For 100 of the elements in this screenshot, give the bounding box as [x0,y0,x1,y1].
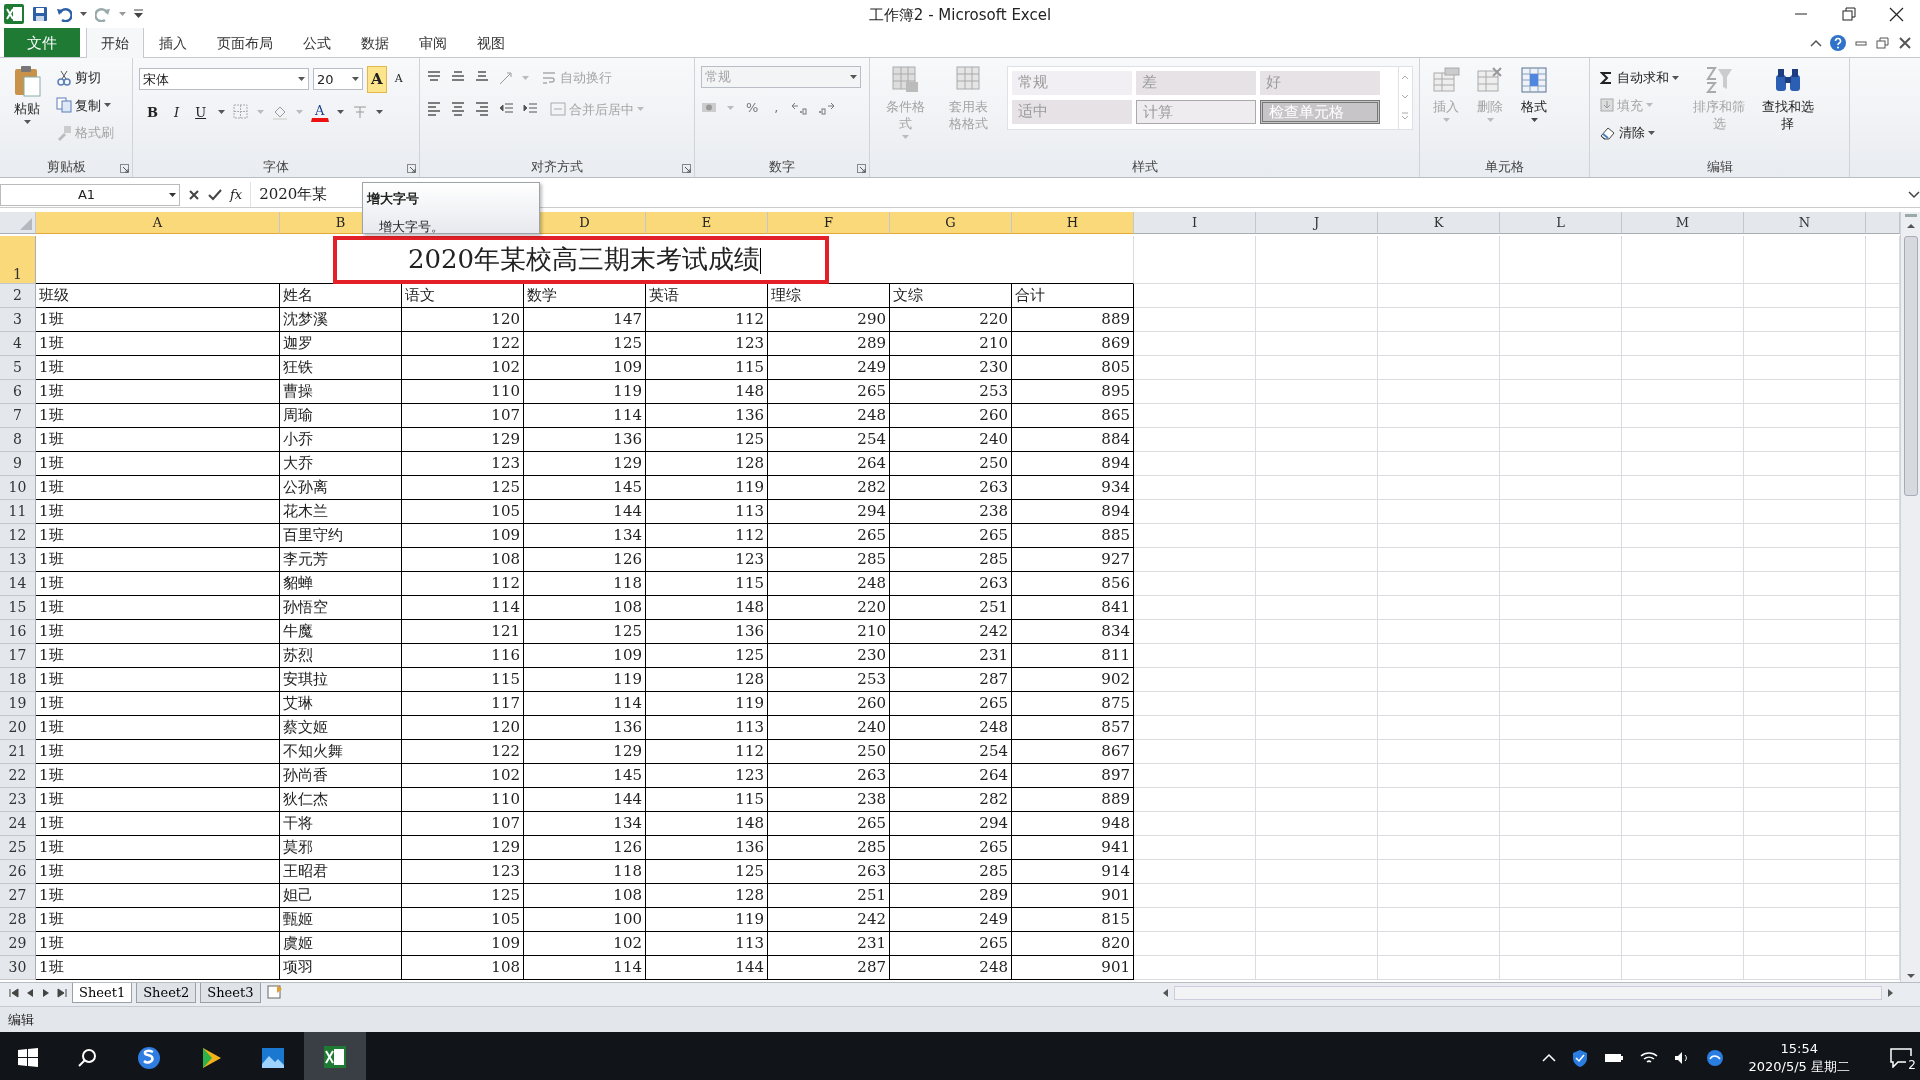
column-title-cell[interactable]: 理综 [768,284,890,308]
empty-cell[interactable] [1134,500,1256,524]
empty-cell[interactable] [1744,284,1866,308]
empty-cell[interactable] [1256,596,1378,620]
empty-cell[interactable] [1134,764,1256,788]
row-header[interactable]: 24 [0,812,36,836]
table-cell[interactable]: 136 [524,716,646,740]
empty-cell[interactable] [1622,812,1744,836]
table-cell[interactable]: 134 [524,812,646,836]
table-cell[interactable]: 820 [1012,932,1134,956]
table-cell[interactable]: 119 [524,380,646,404]
empty-cell[interactable] [1744,644,1866,668]
empty-cell[interactable] [1622,284,1744,308]
table-cell[interactable]: 1班 [36,908,280,932]
table-cell[interactable]: 263 [768,860,890,884]
table-cell[interactable]: 1班 [36,356,280,380]
empty-cell[interactable] [1256,236,1378,284]
empty-cell[interactable] [1744,812,1866,836]
empty-cell[interactable] [1134,452,1256,476]
table-cell[interactable]: 894 [1012,452,1134,476]
empty-cell[interactable] [1744,572,1866,596]
empty-cell[interactable] [1744,764,1866,788]
empty-cell[interactable] [1378,692,1500,716]
table-cell[interactable]: 干将 [280,812,402,836]
table-cell[interactable]: 841 [1012,596,1134,620]
empty-cell[interactable] [1744,692,1866,716]
table-cell[interactable]: 875 [1012,692,1134,716]
table-cell[interactable]: 1班 [36,500,280,524]
paste-button[interactable]: 粘贴 [6,62,48,157]
percent-style-button[interactable]: % [742,96,763,120]
copy-button[interactable]: 复制 [52,93,118,117]
table-cell[interactable]: 125 [646,860,768,884]
table-cell[interactable]: 897 [1012,764,1134,788]
find-select-button[interactable]: 查找和选择 [1755,62,1821,157]
table-cell[interactable]: 254 [768,428,890,452]
shrink-font-button[interactable]: A [390,69,407,90]
empty-cell[interactable] [1378,932,1500,956]
empty-cell[interactable] [1500,812,1622,836]
empty-cell[interactable] [1500,668,1622,692]
empty-cell[interactable] [1622,236,1744,284]
column-header[interactable]: F [768,212,890,234]
column-title-cell[interactable]: 数学 [524,284,646,308]
table-cell[interactable]: 148 [646,812,768,836]
table-cell[interactable]: 128 [646,452,768,476]
table-cell[interactable]: 周瑜 [280,404,402,428]
table-cell[interactable]: 113 [646,932,768,956]
table-cell[interactable]: 125 [646,644,768,668]
row-header[interactable]: 4 [0,332,36,356]
column-header[interactable]: M [1622,212,1744,234]
restore-icon[interactable] [1839,5,1857,23]
table-cell[interactable]: 857 [1012,716,1134,740]
table-cell[interactable]: 238 [890,500,1012,524]
empty-cell[interactable] [1134,356,1256,380]
table-cell[interactable]: 941 [1012,836,1134,860]
font-size-field[interactable]: 20 [313,68,363,91]
table-cell[interactable]: 145 [524,476,646,500]
empty-cell[interactable] [1744,908,1866,932]
spreadsheet-app-icon[interactable] [4,4,24,24]
table-cell[interactable]: 1班 [36,620,280,644]
empty-cell[interactable] [1500,932,1622,956]
row-header[interactable]: 29 [0,932,36,956]
table-cell[interactable]: 901 [1012,884,1134,908]
empty-cell[interactable] [1256,620,1378,644]
empty-cell[interactable] [1622,524,1744,548]
table-cell[interactable]: 115 [402,668,524,692]
table-cell[interactable]: 248 [768,404,890,428]
table-cell[interactable]: 1班 [36,452,280,476]
empty-cell[interactable] [1256,932,1378,956]
empty-cell[interactable] [1744,524,1866,548]
empty-cell[interactable] [1134,308,1256,332]
empty-cell[interactable] [1256,668,1378,692]
empty-cell[interactable] [1378,668,1500,692]
row-header[interactable]: 21 [0,740,36,764]
table-cell[interactable]: 282 [768,476,890,500]
table-cell[interactable]: 112 [646,524,768,548]
empty-cell[interactable] [1500,380,1622,404]
table-cell[interactable]: 889 [1012,308,1134,332]
column-header[interactable]: A [36,212,280,234]
table-cell[interactable]: 117 [402,692,524,716]
row-header[interactable]: 8 [0,428,36,452]
table-cell[interactable]: 815 [1012,908,1134,932]
wifi-icon[interactable] [1640,1051,1659,1065]
empty-cell[interactable] [1378,956,1500,980]
table-cell[interactable]: 884 [1012,428,1134,452]
empty-cell[interactable] [1622,500,1744,524]
empty-cell[interactable] [1744,332,1866,356]
empty-cell[interactable] [1134,548,1256,572]
undo-icon[interactable] [56,6,72,22]
empty-cell[interactable] [1378,332,1500,356]
table-cell[interactable]: 1班 [36,668,280,692]
table-cell[interactable]: 120 [402,308,524,332]
table-cell[interactable]: 1班 [36,764,280,788]
empty-cell[interactable] [1500,500,1622,524]
empty-cell[interactable] [1378,236,1500,284]
table-cell[interactable]: 210 [890,332,1012,356]
table-cell[interactable]: 1班 [36,884,280,908]
table-cell[interactable]: 102 [402,356,524,380]
text-orientation-icon[interactable] [498,69,514,86]
table-cell[interactable]: 122 [402,332,524,356]
table-cell[interactable]: 129 [524,452,646,476]
